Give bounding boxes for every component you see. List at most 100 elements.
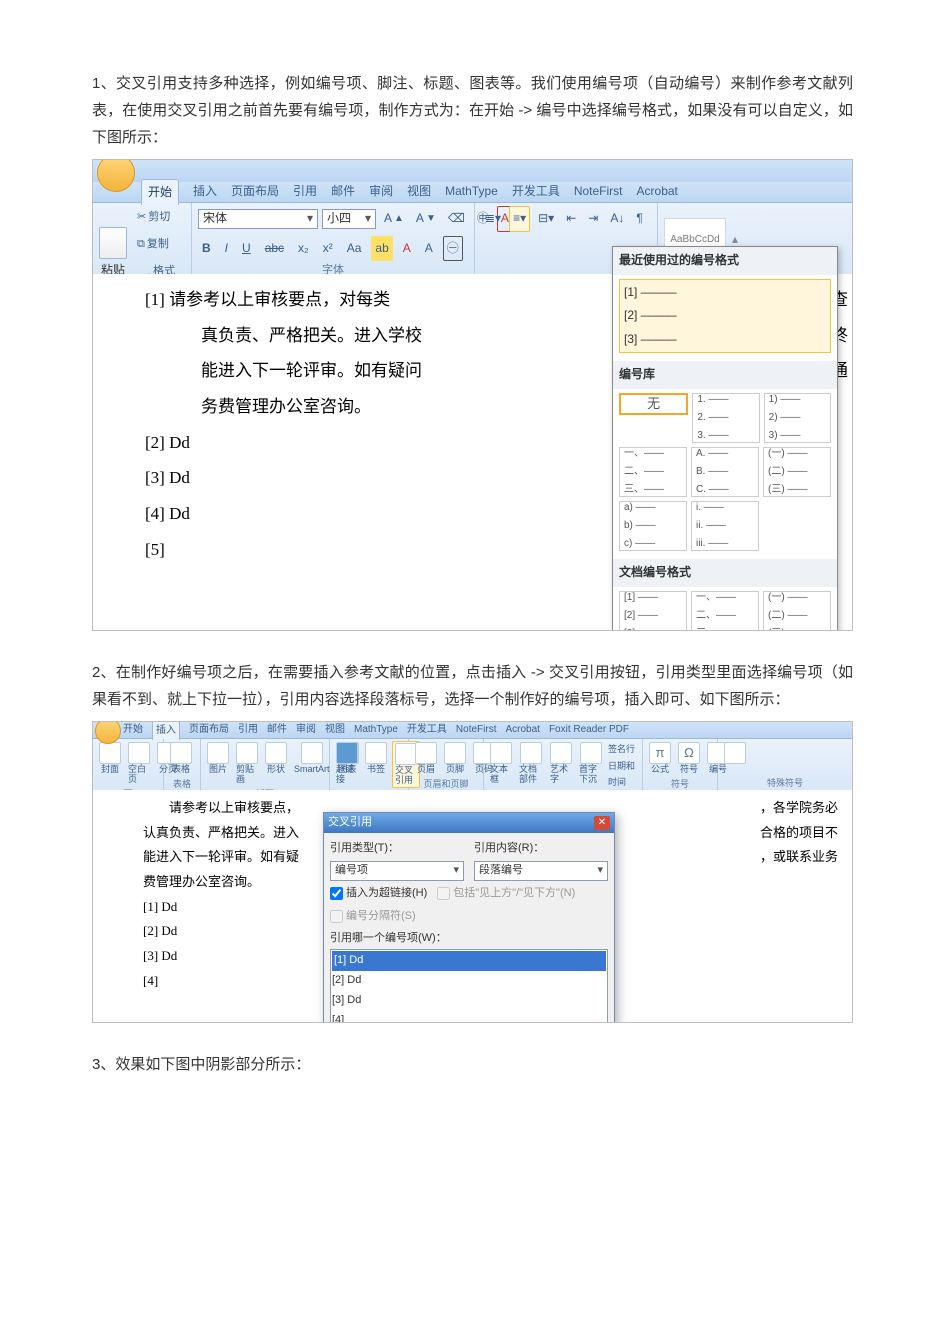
datetime-button[interactable]: 日期和时间 xyxy=(608,758,638,790)
numbering-option[interactable]: i. ——ii. ——iii. —— xyxy=(691,501,759,551)
tab-layout[interactable]: 页面布局 xyxy=(189,721,229,739)
numbering-option[interactable]: (一) ——(二) ——(三) —— xyxy=(763,591,831,631)
dialog-titlebar[interactable]: 交叉引用 ✕ xyxy=(324,813,614,833)
multilevel-button[interactable]: ⊟▾ xyxy=(534,206,558,232)
close-icon[interactable]: ✕ xyxy=(594,816,610,830)
cover-button[interactable]: 封面 xyxy=(97,741,123,776)
strike-button[interactable]: abc xyxy=(261,236,288,262)
tab-home[interactable]: 开始 xyxy=(141,179,179,206)
special-symbol-button[interactable] xyxy=(722,741,748,765)
refcontent-select[interactable]: 段落编号▾ xyxy=(474,861,608,881)
symbol-button[interactable]: Ω符号 xyxy=(676,741,702,776)
highlight-button[interactable]: ab xyxy=(371,236,392,262)
numbering-option[interactable]: 一、——二、——三、—— xyxy=(691,591,759,631)
shrink-font-button[interactable]: A▼ xyxy=(412,206,440,232)
textbox-icon xyxy=(490,742,512,764)
tab-home[interactable]: 开始 xyxy=(123,721,143,739)
char-shading-button[interactable]: A xyxy=(421,236,437,262)
tab-insert[interactable]: 插入 xyxy=(152,721,180,740)
tab-notefirst[interactable]: NoteFirst xyxy=(574,181,623,203)
paste-icon xyxy=(99,227,127,259)
clipart-button[interactable]: 剪贴画 xyxy=(234,741,260,786)
ribbon-tabs: 开始 插入 页面布局 引用 邮件 审阅 视图 MathType 开发工具 Not… xyxy=(93,722,852,739)
reftype-select[interactable]: 编号项▾ xyxy=(330,861,464,881)
tab-insert[interactable]: 插入 xyxy=(193,181,217,203)
textbox-button[interactable]: 文本框 xyxy=(488,741,514,786)
subscript-button[interactable]: x₂ xyxy=(294,236,313,262)
hyperlink-button[interactable]: 超链接 xyxy=(334,741,360,786)
numbering-none[interactable]: 无 xyxy=(619,393,688,415)
underline-button[interactable]: U xyxy=(238,236,255,262)
bookmark-button[interactable]: 书签 xyxy=(363,741,389,776)
tab-references[interactable]: 引用 xyxy=(238,721,258,739)
picture-button[interactable]: 图片 xyxy=(205,741,231,776)
bold-button[interactable]: B xyxy=(198,236,215,262)
equation-button[interactable]: π公式 xyxy=(647,741,673,776)
wordart-icon xyxy=(550,742,572,764)
change-case-button[interactable]: Aa xyxy=(343,236,366,262)
tab-mail[interactable]: 邮件 xyxy=(331,181,355,203)
tab-devtools[interactable]: 开发工具 xyxy=(512,181,560,203)
tab-view[interactable]: 视图 xyxy=(407,181,431,203)
numbering-option[interactable]: (一) ——(二) ——(三) —— xyxy=(763,447,831,497)
tab-mail[interactable]: 邮件 xyxy=(267,721,287,739)
list-item[interactable]: [1] Dd xyxy=(332,951,606,971)
smartart-button[interactable]: SmartArt xyxy=(292,741,332,776)
list-item[interactable]: [4] xyxy=(332,1011,606,1023)
recent-format[interactable]: [1] ——— [2] ——— [3] ——— xyxy=(619,279,831,354)
copy-button[interactable]: ⧉复制 xyxy=(133,233,185,257)
dropcap-button[interactable]: 首字下沉 xyxy=(577,741,605,786)
blank-page-button[interactable]: 空白页 xyxy=(126,741,152,786)
numbering-option[interactable]: 1. ——2. ——3. —— xyxy=(692,393,759,443)
blank-icon xyxy=(128,742,150,764)
font-color-button[interactable]: A xyxy=(399,236,415,262)
dropcap-icon xyxy=(580,742,602,764)
font-name-select[interactable]: 宋体▾ xyxy=(198,209,318,229)
increase-indent-button[interactable]: ⇥ xyxy=(584,206,602,232)
grow-font-button[interactable]: A▲ xyxy=(380,206,408,232)
tab-devtools[interactable]: 开发工具 xyxy=(407,721,447,739)
numbering-option[interactable]: 一、——二、——三、—— xyxy=(619,447,687,497)
numbering-option[interactable]: [1] ——[2] ——[3] —— xyxy=(619,591,687,631)
dropdown-recent-header: 最近使用过的编号格式 xyxy=(613,247,837,275)
tab-mathtype[interactable]: MathType xyxy=(445,181,498,203)
numbering-option[interactable]: a) ——b) ——c) —— xyxy=(619,501,687,551)
bullets-button[interactable]: ≣▾ xyxy=(481,206,505,232)
superscript-button[interactable]: x² xyxy=(319,236,337,262)
decrease-indent-button[interactable]: ⇤ xyxy=(562,206,580,232)
wordart-button[interactable]: 艺术字 xyxy=(548,741,574,786)
clear-format-button[interactable]: ⌫ xyxy=(444,206,469,232)
tab-view[interactable]: 视图 xyxy=(325,721,345,739)
enclose-char-button[interactable]: ㊀ xyxy=(443,236,463,262)
tab-references[interactable]: 引用 xyxy=(293,181,317,203)
show-marks-button[interactable]: ¶ xyxy=(632,206,646,232)
footer-button[interactable]: 页脚 xyxy=(442,741,468,776)
numbering-option[interactable]: 1) ——2) ——3) —— xyxy=(764,393,831,443)
tab-review[interactable]: 审阅 xyxy=(369,181,393,203)
reftype-label: 引用类型(T)： xyxy=(330,839,464,859)
sort-button[interactable]: A↓ xyxy=(606,206,628,232)
cut-button[interactable]: ✂剪切 xyxy=(133,206,185,230)
italic-button[interactable]: I xyxy=(221,236,232,262)
quickparts-button[interactable]: 文档部件 xyxy=(517,741,545,786)
insert-hyperlink-checkbox[interactable]: 插入为超链接(H) xyxy=(330,884,427,904)
tab-acrobat[interactable]: Acrobat xyxy=(637,181,678,203)
tab-foxit[interactable]: Foxit Reader PDF xyxy=(549,721,629,739)
tab-mathtype[interactable]: MathType xyxy=(354,721,398,739)
item-listbox[interactable]: [1] Dd [2] Dd [3] Dd [4] xyxy=(330,949,608,1023)
numbering-option[interactable]: A. ——B. ——C. —— xyxy=(691,447,759,497)
signature-button[interactable]: 签名行 xyxy=(608,741,638,757)
font-size-select[interactable]: 小四▾ xyxy=(322,209,376,229)
tab-layout[interactable]: 页面布局 xyxy=(231,181,279,203)
table-button[interactable]: 表格 xyxy=(168,741,194,776)
numbering-button[interactable]: ≡▾ xyxy=(509,206,530,232)
tab-notefirst[interactable]: NoteFirst xyxy=(456,721,497,739)
shapes-button[interactable]: 形状 xyxy=(263,741,289,776)
tab-review[interactable]: 审阅 xyxy=(296,721,316,739)
header-button[interactable]: 页眉 xyxy=(413,741,439,776)
list-item[interactable]: [2] Dd xyxy=(332,971,606,991)
list-item[interactable]: [3] Dd xyxy=(332,991,606,1011)
tab-acrobat[interactable]: Acrobat xyxy=(505,721,539,739)
separator-checkbox: 编号分隔符(S) xyxy=(330,907,608,927)
dialog-title: 交叉引用 xyxy=(328,813,372,833)
